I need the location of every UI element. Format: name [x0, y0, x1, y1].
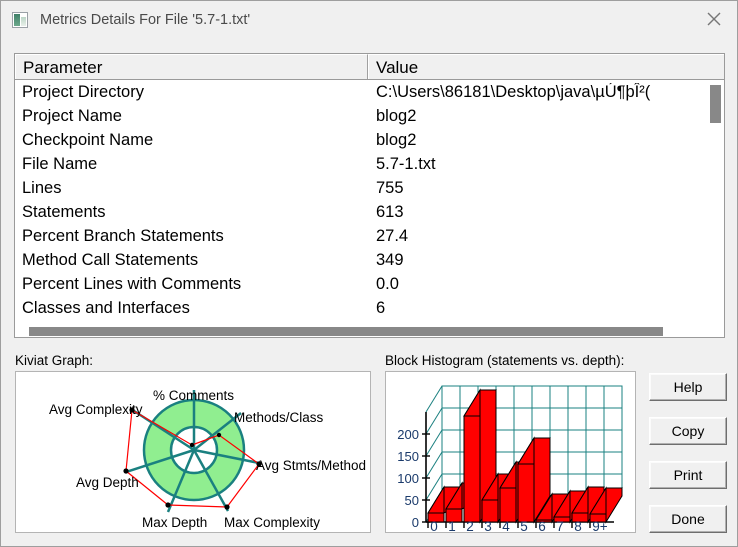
help-button[interactable]: Help [649, 373, 727, 401]
cell-value: 0.0 [376, 274, 399, 293]
scrollbar-thumb[interactable] [710, 85, 721, 123]
cell-parameter: Checkpoint Name [22, 130, 154, 149]
cell-value: C:\Users\86181\Desktop\java\µÚ¶þÎ²( [376, 82, 651, 101]
svg-text:6: 6 [538, 519, 546, 532]
done-button[interactable]: Done [649, 505, 727, 533]
window-title: Metrics Details For File '5.7-1.txt' [40, 12, 251, 28]
svg-text:9+: 9+ [592, 519, 608, 532]
table-row[interactable]: Percent Lines with Comments 0.0 [15, 272, 724, 296]
svg-text:8: 8 [574, 519, 582, 532]
svg-text:7: 7 [556, 519, 564, 532]
svg-text:0: 0 [430, 519, 438, 532]
print-button[interactable]: Print [649, 461, 727, 489]
copy-button[interactable]: Copy [649, 417, 727, 445]
kiviat-label-avg-complexity: Avg Complexity [49, 402, 143, 417]
table-row[interactable]: Lines 755 [15, 176, 724, 200]
table-row[interactable]: Statements 613 [15, 200, 724, 224]
cell-parameter: File Name [22, 154, 98, 173]
column-header-parameter[interactable]: Parameter [15, 54, 368, 79]
metrics-icon [12, 12, 28, 28]
cell-parameter: Lines [22, 178, 62, 197]
svg-text:4: 4 [502, 519, 510, 532]
svg-text:5: 5 [520, 519, 528, 532]
histogram-svg: 0 50 100 150 200 0 1 2 3 4 5 6 7 8 9+ [397, 385, 623, 532]
table-vertical-scrollbar[interactable] [708, 81, 723, 337]
cell-value: 755 [376, 178, 404, 197]
kiviat-label-avg-depth: Avg Depth [76, 475, 139, 490]
svg-text:3: 3 [484, 519, 492, 532]
table-header-row: Parameter Value [15, 54, 724, 80]
metrics-table: Parameter Value Project Directory C:\Use… [14, 53, 725, 338]
table-body: Project Directory C:\Users\86181\Desktop… [15, 80, 724, 320]
kiviat-label-max-depth: Max Depth [142, 515, 207, 530]
cell-value: blog2 [376, 130, 417, 149]
cell-value: 6 [376, 298, 386, 317]
table-row[interactable]: Project Name blog2 [15, 104, 724, 128]
svg-text:50: 50 [405, 493, 419, 508]
kiviat-graph: % Comments Methods/Class Avg Stmts/Metho… [15, 371, 371, 533]
cell-value: 349 [376, 250, 404, 269]
cell-parameter: Classes and Interfaces [22, 298, 190, 317]
cell-parameter: Method Call Statements [22, 250, 199, 269]
cell-value: blog2 [376, 106, 417, 125]
svg-text:2: 2 [466, 519, 474, 532]
cell-value: 27.4 [376, 226, 409, 245]
svg-text:200: 200 [397, 427, 419, 442]
kiviat-svg: % Comments Methods/Class Avg Stmts/Metho… [49, 388, 366, 530]
svg-text:0: 0 [412, 515, 419, 530]
close-button[interactable] [691, 1, 737, 37]
table-row[interactable]: File Name 5.7-1.txt [15, 152, 724, 176]
cell-parameter: Project Name [22, 106, 122, 125]
kiviat-label-max-complexity: Max Complexity [224, 515, 320, 530]
kiviat-label-comments: % Comments [153, 388, 234, 403]
table-row[interactable]: Method Call Statements 349 [15, 248, 724, 272]
table-horizontal-scrollbar[interactable] [14, 324, 725, 338]
cell-parameter: Project Directory [22, 82, 144, 101]
close-icon [707, 12, 721, 26]
table-row[interactable]: Percent Branch Statements 27.4 [15, 224, 724, 248]
histogram-section-label: Block Histogram (statements vs. depth): [385, 353, 625, 368]
table-row[interactable]: Project Directory C:\Users\86181\Desktop… [15, 80, 724, 104]
title-bar: Metrics Details For File '5.7-1.txt' [1, 1, 737, 39]
block-histogram: 0 50 100 150 200 0 1 2 3 4 5 6 7 8 9+ [385, 371, 636, 533]
cell-value: 5.7-1.txt [376, 154, 436, 173]
column-header-value[interactable]: Value [368, 54, 724, 79]
scrollbar-thumb[interactable] [29, 327, 663, 336]
cell-parameter: Percent Branch Statements [22, 226, 224, 245]
kiviat-label-methods-class: Methods/Class [234, 410, 324, 425]
metrics-details-window: Metrics Details For File '5.7-1.txt' Par… [0, 0, 738, 547]
cell-parameter: Percent Lines with Comments [22, 274, 242, 293]
svg-text:1: 1 [448, 519, 456, 532]
kiviat-section-label: Kiviat Graph: [15, 353, 94, 368]
table-row[interactable]: Classes and Interfaces 6 [15, 296, 724, 320]
cell-parameter: Statements [22, 202, 106, 221]
table-row[interactable]: Checkpoint Name blog2 [15, 128, 724, 152]
cell-value: 613 [376, 202, 404, 221]
svg-text:100: 100 [397, 471, 419, 486]
kiviat-label-avg-stmts-method: Avg Stmts/Method [256, 458, 366, 473]
svg-text:150: 150 [397, 449, 419, 464]
